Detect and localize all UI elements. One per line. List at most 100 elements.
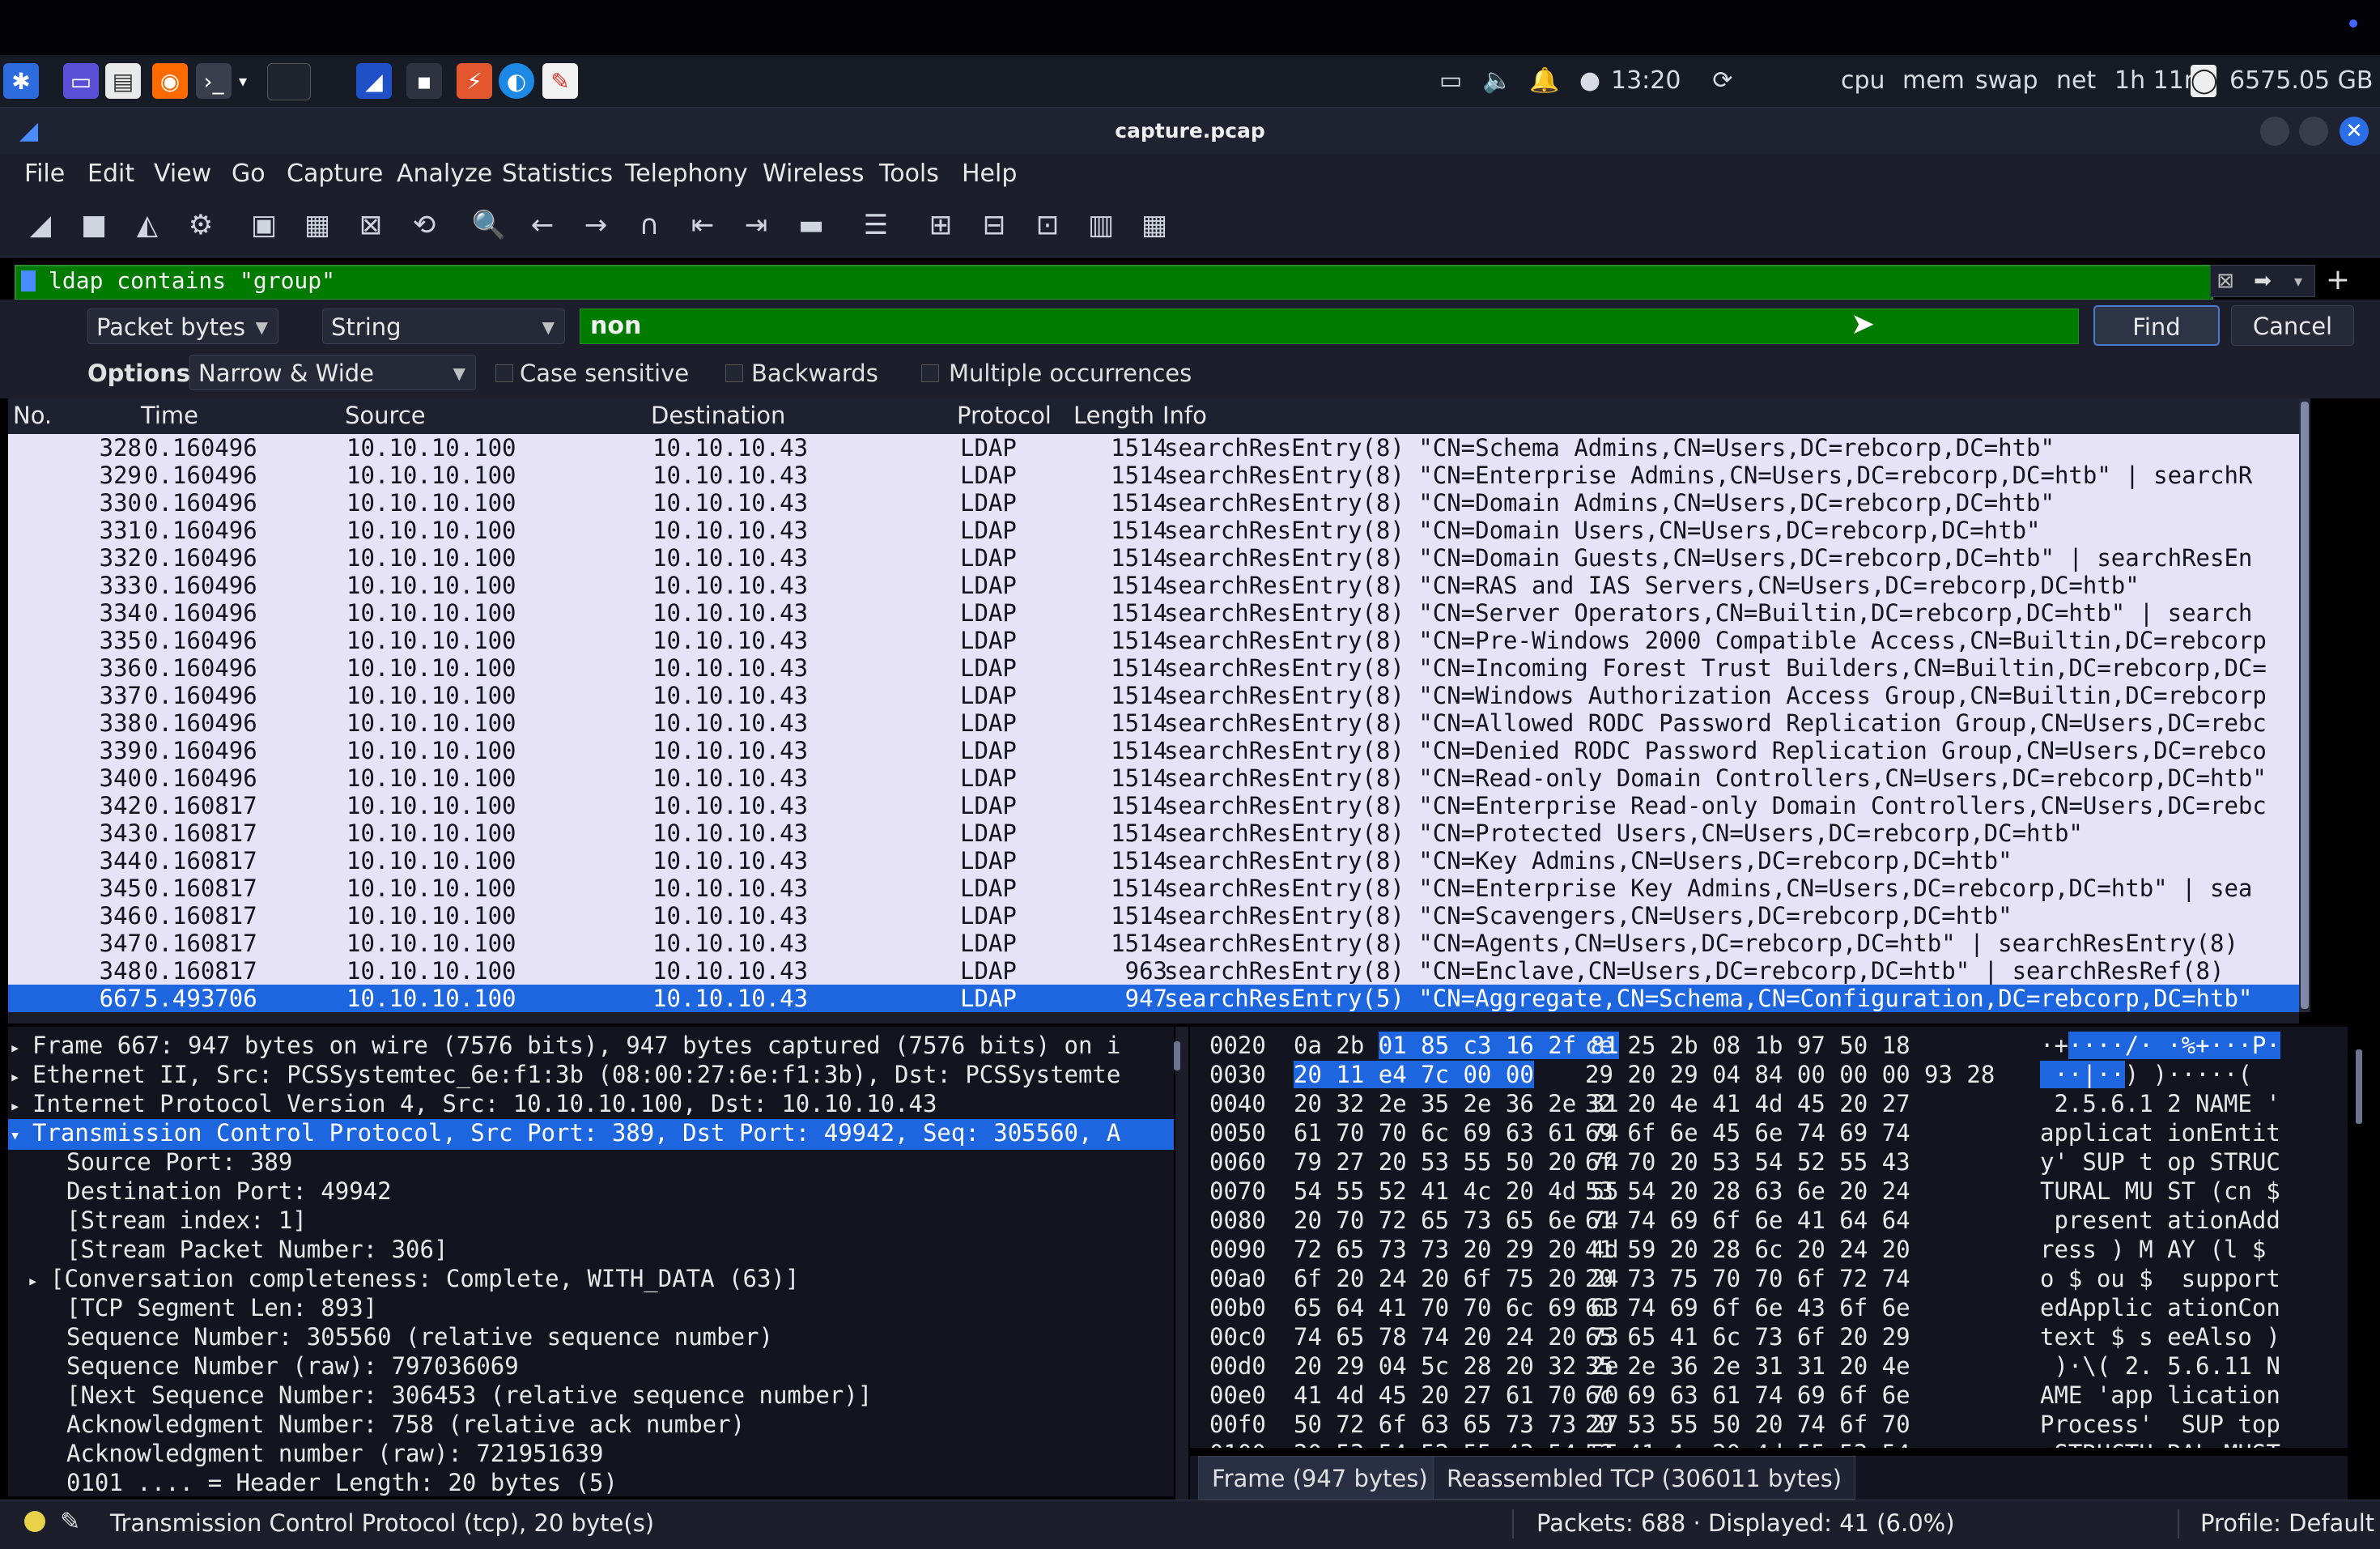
detail-row[interactable]: Destination Port: 49942 — [8, 1177, 1174, 1205]
packet-bytes[interactable]: 0020 0a 2b 01 85 c3 16 2f 81 ce 25 2b 08 1… — [1190, 1027, 2348, 1448]
detail-row[interactable]: ▸ [Conversation completeness: Complete, W… — [8, 1265, 1174, 1296]
tab-frame-bytes[interactable]: Frame (947 bytes) — [1198, 1456, 1442, 1500]
browser-icon[interactable]: ◐ — [499, 63, 534, 99]
filter-history-icon[interactable]: ▾ — [2286, 267, 2310, 295]
maximize-button[interactable] — [2299, 117, 2328, 146]
packet-row[interactable]: 343 0.160817 10.10.10.100 10.10.10.43 LDAP 15… — [8, 819, 2299, 847]
hex-bytes-left[interactable]: 6f 20 24 20 6f 75 20 24 — [1294, 1265, 1619, 1292]
expert-info-icon[interactable] — [24, 1511, 45, 1532]
packet-row[interactable]: 345 0.160817 10.10.10.100 10.10.10.43 LDAP 15… — [8, 875, 2299, 902]
packet-row[interactable]: 347 0.160817 10.10.10.100 10.10.10.43 LDAP 15… — [8, 930, 2299, 957]
go-forward-icon[interactable]: → — [575, 204, 617, 246]
terminal-icon[interactable]: ›_ — [196, 63, 232, 99]
burp-icon[interactable]: ⚡ — [457, 63, 492, 99]
open-file-icon[interactable]: ▣ — [243, 204, 285, 246]
hex-ascii[interactable]: ··|··) )·····( — [2040, 1061, 2252, 1088]
packet-list-scroll-thumb[interactable] — [2301, 402, 2309, 1009]
hex-ascii[interactable]: present ationAdd — [2040, 1206, 2280, 1234]
packet-row[interactable]: 342 0.160817 10.10.10.100 10.10.10.43 LDAP 15… — [8, 792, 2299, 819]
minimize-button[interactable] — [2260, 117, 2289, 146]
menu-analyze[interactable]: Analyze — [397, 160, 492, 188]
hex-ascii[interactable]: ress ) M AY (l $ — [2040, 1236, 2280, 1263]
packet-row[interactable]: 329 0.160496 10.10.10.100 10.10.10.43 LDAP 15… — [8, 462, 2299, 489]
autoscroll-icon[interactable]: ▬ — [790, 204, 832, 246]
reload-file-icon[interactable]: ⟲ — [403, 204, 445, 246]
add-filter-button-icon[interactable]: + — [2320, 262, 2356, 298]
detail-row[interactable]: ▸ Frame 667: 947 bytes on wire (7576 bits… — [8, 1032, 1174, 1062]
column-protocol[interactable]: Protocol — [957, 402, 1052, 429]
packet-list[interactable]: 328 0.160496 10.10.10.100 10.10.10.43 LDAP 15… — [8, 434, 2299, 1012]
save-file-icon[interactable]: ▦ — [296, 204, 338, 246]
hex-ascii[interactable]: TURAL MU ST (cn $ — [2040, 1177, 2280, 1205]
hex-ascii[interactable]: applicat ionEntit — [2040, 1119, 2280, 1147]
packet-row[interactable]: 667 5.493706 10.10.10.100 10.10.10.43 LDAP 94… — [8, 985, 2299, 1012]
hex-bytes-left[interactable]: 72 65 73 73 20 29 20 4d — [1294, 1236, 1619, 1263]
hex-ascii[interactable]: y' SUP t op STRUC — [2040, 1148, 2280, 1176]
volume-icon[interactable]: 🔈 — [1481, 65, 1514, 97]
packet-row[interactable]: 344 0.160817 10.10.10.100 10.10.10.43 LDAP 15… — [8, 847, 2299, 875]
first-packet-icon[interactable]: ⇤ — [682, 204, 724, 246]
workspace-icon[interactable]: ▭ — [63, 63, 99, 99]
details-scroll-thumb[interactable] — [1174, 1041, 1180, 1070]
detail-row[interactable]: [Next Sequence Number: 306453 (relative … — [8, 1381, 1174, 1409]
hex-bytes-left[interactable]: 61 70 70 6c 69 63 61 74 — [1294, 1119, 1619, 1147]
app-menu-icon[interactable]: ✱ — [3, 63, 39, 99]
packet-row[interactable]: 335 0.160496 10.10.10.100 10.10.10.43 LDAP 15… — [8, 627, 2299, 654]
packet-row[interactable]: 339 0.160496 10.10.10.100 10.10.10.43 LDAP 15… — [8, 737, 2299, 764]
swap-monitor[interactable]: swap — [1975, 62, 2038, 100]
column-length[interactable]: Length — [1073, 402, 1154, 429]
find-packet-icon[interactable]: 🔍 — [468, 204, 510, 246]
refresh-icon[interactable]: ⟳ — [1706, 65, 1739, 97]
expanded-arrow-icon[interactable]: ▾ — [10, 1122, 32, 1150]
multiple-occurrences-checkbox[interactable] — [921, 364, 939, 382]
detail-row[interactable]: Sequence Number (raw): 797036069 — [8, 1352, 1174, 1380]
restart-capture-icon[interactable]: ◭ — [126, 204, 168, 246]
packet-row[interactable]: 346 0.160817 10.10.10.100 10.10.10.43 LDAP 15… — [8, 902, 2299, 930]
packet-details[interactable]: ▸ Frame 667: 947 bytes on wire (7576 bits… — [8, 1027, 1174, 1496]
column-source[interactable]: Source — [345, 402, 426, 429]
packet-row[interactable]: 334 0.160496 10.10.10.100 10.10.10.43 LDAP 15… — [8, 599, 2299, 627]
hex-ascii[interactable]: ·+····/· ·%+···P· — [2040, 1032, 2280, 1059]
display-filter-input[interactable]: ldap contains "group" — [49, 267, 335, 294]
menu-edit[interactable]: Edit — [87, 160, 134, 188]
hex-ascii[interactable]: o $ ou $ support — [2040, 1265, 2280, 1292]
packet-row[interactable]: 331 0.160496 10.10.10.100 10.10.10.43 LDAP 15… — [8, 517, 2299, 544]
hex-bytes-left[interactable]: 65 64 41 70 70 6c 69 63 — [1294, 1294, 1619, 1321]
find-button[interactable]: Find — [2093, 305, 2220, 346]
menu-help[interactable]: Help — [962, 160, 1017, 188]
packet-row[interactable]: 330 0.160496 10.10.10.100 10.10.10.43 LDAP 15… — [8, 489, 2299, 517]
terminal-task-icon[interactable]: ▪ — [406, 63, 442, 99]
capture-options-icon[interactable]: ⚙ — [180, 204, 222, 246]
close-file-icon[interactable]: ⊠ — [350, 204, 392, 246]
menu-capture[interactable]: Capture — [287, 160, 383, 188]
packet-row[interactable]: 333 0.160496 10.10.10.100 10.10.10.43 LDAP 15… — [8, 572, 2299, 599]
column-no[interactable]: No. — [13, 402, 52, 429]
clear-filter-icon[interactable]: ⊠ — [2212, 267, 2239, 295]
hex-ascii[interactable]: 2.5.6.1 2 NAME ' — [2040, 1090, 2280, 1117]
cpu-monitor[interactable]: cpu — [1841, 62, 1885, 100]
detail-row[interactable]: [Stream Packet Number: 306] — [8, 1236, 1174, 1263]
wireshark-task-icon[interactable]: ◢ — [356, 63, 392, 99]
zoom-in-icon[interactable]: ⊞ — [920, 204, 962, 246]
search-type-select[interactable]: String ▼ — [322, 309, 565, 344]
hex-ascii[interactable]: Process' SUP top — [2040, 1411, 2280, 1438]
pdf-icon[interactable]: ✎ — [542, 63, 578, 99]
normal-size-icon[interactable]: ⊡ — [1026, 204, 1069, 246]
hex-bytes-left[interactable]: 54 55 52 41 4c 20 4d 55 — [1294, 1177, 1619, 1205]
packet-row[interactable]: 338 0.160496 10.10.10.100 10.10.10.43 LDAP 15… — [8, 709, 2299, 737]
colorize-icon[interactable]: ☰ — [855, 204, 897, 246]
display-icon[interactable]: ▭ — [1434, 65, 1467, 97]
start-capture-icon[interactable]: ◢ — [19, 204, 62, 246]
case-sensitive-checkbox[interactable] — [495, 364, 513, 382]
detail-row[interactable]: ▸ Internet Protocol Version 4, Src: 10.10… — [8, 1090, 1174, 1121]
pane-splitter[interactable] — [8, 1012, 2299, 1023]
files-icon[interactable]: ▤ — [105, 63, 141, 99]
detail-row[interactable]: 0101 .... = Header Length: 20 bytes (5) — [8, 1469, 1174, 1496]
expand-arrow-icon[interactable]: ▸ — [28, 1268, 50, 1296]
hex-ascii[interactable]: AME 'app lication — [2040, 1381, 2280, 1409]
mem-monitor[interactable]: mem — [1902, 62, 1965, 100]
menu-tools[interactable]: Tools — [879, 160, 939, 188]
hex-ascii[interactable]: edApplic ationCon — [2040, 1294, 2280, 1321]
column-destination[interactable]: Destination — [651, 402, 785, 429]
go-back-icon[interactable]: ← — [521, 204, 563, 246]
